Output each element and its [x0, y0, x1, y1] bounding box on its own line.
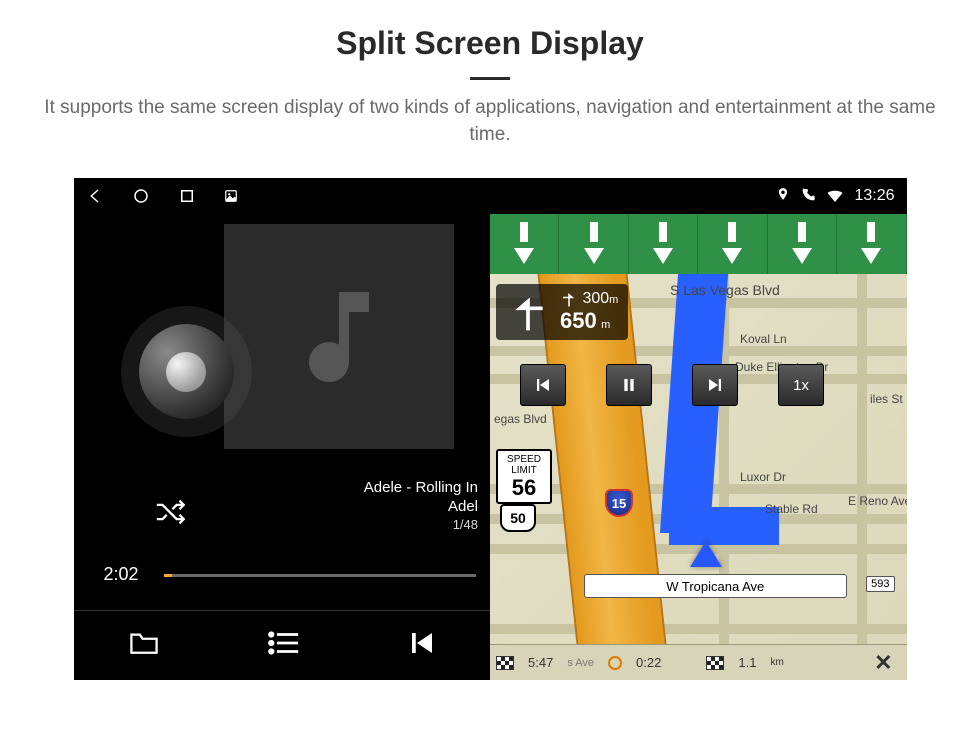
secondary-unit: m	[609, 294, 618, 306]
playlist-button[interactable]	[267, 630, 301, 661]
page-title: Split Screen Display	[0, 25, 980, 62]
recents-icon[interactable]	[178, 187, 196, 205]
elapsed-time: 2:02	[104, 564, 139, 585]
nav-footer: 5:47 s Ave 0:22 1.1 km ✕	[490, 644, 907, 680]
navigation-pane: S Las Vegas Blvd Koval Ln Duke Ellington…	[490, 214, 907, 680]
home-icon[interactable]	[132, 187, 150, 205]
secondary-distance: 300	[582, 290, 609, 307]
close-button[interactable]: ✕	[866, 650, 900, 676]
page-subtitle: It supports the same screen display of t…	[0, 95, 980, 148]
vehicle-cursor	[690, 541, 722, 567]
current-road-sign: W Tropicana Ave	[584, 574, 847, 598]
status-bar: 13:26	[74, 178, 907, 214]
speed-limit-sign: SPEED LIMIT 56	[496, 449, 552, 504]
device-screenshot: 13:26 Adele - Rolling In Adel	[74, 178, 907, 680]
music-note-icon	[279, 277, 399, 397]
street-label: egas Blvd	[494, 412, 547, 426]
checkered-flag-icon	[496, 656, 514, 670]
nav-prev-button[interactable]	[520, 364, 566, 406]
track-index: 1/48	[364, 517, 478, 533]
exit-number: 593	[866, 576, 894, 592]
clock-icon	[608, 656, 622, 670]
back-icon[interactable]	[86, 187, 104, 205]
virtual-joystick[interactable]	[139, 324, 234, 419]
clock-text: 13:26	[854, 187, 894, 205]
turn-instruction: 300m 650 m	[496, 284, 628, 340]
street-label: Koval Ln	[740, 332, 787, 346]
route-line	[669, 507, 779, 545]
song-title: Adele - Rolling In	[364, 479, 478, 498]
interstate-shield: 15	[605, 489, 633, 517]
title-underline	[470, 77, 510, 80]
music-pane: Adele - Rolling In Adel 1/48 2:02	[74, 214, 491, 680]
duration-value: 0:22	[636, 655, 661, 670]
artist-name: Adel	[364, 498, 478, 517]
phone-icon	[800, 187, 816, 205]
nav-pause-button[interactable]	[606, 364, 652, 406]
street-label: S Las Vegas Blvd	[670, 282, 780, 298]
lane-guidance	[490, 214, 907, 274]
album-art-placeholder	[224, 224, 454, 449]
nav-next-button[interactable]	[692, 364, 738, 406]
street-label: iles St	[870, 392, 903, 406]
distance-value: 1.1	[738, 655, 756, 670]
street-label: E Reno Ave	[848, 494, 907, 508]
route-shield: 50	[500, 504, 536, 532]
turn-right-small-icon	[560, 290, 578, 308]
primary-distance: 650	[560, 308, 597, 333]
street-label: Stable Rd	[765, 502, 818, 516]
progress-bar[interactable]	[164, 574, 477, 577]
shuffle-button[interactable]	[154, 499, 188, 530]
music-toolbar	[74, 610, 491, 680]
image-notification-icon	[224, 189, 238, 203]
nav-speed-button[interactable]: 1x	[778, 364, 824, 406]
folder-button[interactable]	[127, 629, 161, 662]
street-label: Luxor Dr	[740, 470, 786, 484]
checkered-flag-icon	[706, 656, 724, 670]
nav-playback-controls: 1x	[520, 364, 824, 406]
track-metadata: Adele - Rolling In Adel 1/48	[364, 479, 478, 533]
wifi-icon	[826, 187, 844, 205]
eta-value: 5:47	[528, 655, 553, 670]
location-icon	[776, 187, 790, 205]
turn-left-icon	[506, 290, 550, 334]
previous-track-button[interactable]	[407, 628, 437, 663]
footer-cross-street: s Ave	[567, 657, 594, 669]
primary-unit: m	[601, 319, 610, 331]
distance-unit: km	[770, 657, 783, 668]
